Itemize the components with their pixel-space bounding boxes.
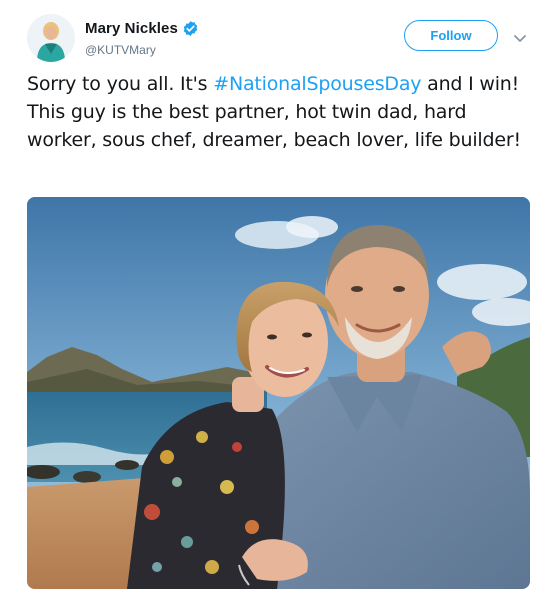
user-handle[interactable]: @KUTVMary	[85, 43, 199, 57]
author-block: Mary Nickles @KUTVMary	[85, 18, 199, 57]
follow-button[interactable]: Follow	[404, 20, 498, 51]
profile-avatar-icon	[27, 14, 75, 62]
tweet-card: Mary Nickles @KUTVMary Follow Sorry to y…	[0, 0, 540, 594]
tweet-text: Sorry to you all. It's #NationalSpousesD…	[27, 70, 527, 154]
name-row: Mary Nickles	[85, 18, 199, 38]
chevron-down-icon[interactable]	[513, 31, 527, 42]
display-name[interactable]: Mary Nickles	[85, 20, 178, 37]
avatar[interactable]	[27, 14, 75, 62]
couple-beach-photo	[27, 197, 530, 589]
hashtag-link[interactable]: #NationalSpousesDay	[213, 73, 421, 95]
verified-badge-icon	[182, 20, 199, 37]
tweet-text-before: Sorry to you all. It's	[27, 73, 214, 95]
tweet-photo[interactable]	[27, 197, 530, 589]
